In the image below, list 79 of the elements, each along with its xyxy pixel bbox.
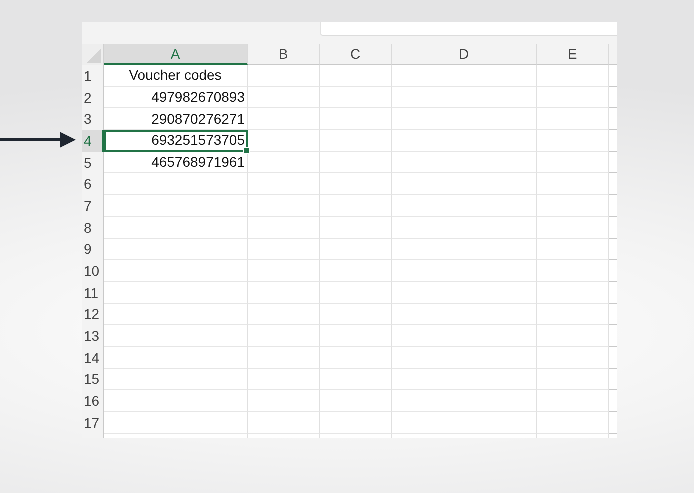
row-header[interactable]: 4 (82, 130, 104, 152)
column-header[interactable]: B (248, 44, 320, 65)
row-header[interactable]: 3 (82, 108, 104, 130)
table-cell (537, 412, 609, 434)
row-header[interactable]: 14 (82, 346, 104, 369)
table-cell (320, 238, 392, 260)
table-cell (248, 412, 320, 434)
row-header[interactable]: 6 (82, 173, 104, 196)
row-header[interactable]: 2 (82, 86, 104, 108)
table-cell (320, 65, 392, 87)
table-cell (537, 304, 609, 326)
table-cell (320, 86, 392, 108)
table-cell (320, 412, 392, 434)
arrow-icon (0, 130, 76, 150)
column-header[interactable]: E (537, 44, 609, 65)
table-cell (248, 173, 320, 196)
table-cell (537, 86, 609, 108)
table-cell (320, 260, 392, 282)
table-cell (537, 282, 609, 304)
table-cell (320, 130, 392, 152)
column-header[interactable]: D (392, 44, 537, 65)
table-cell (537, 108, 609, 130)
table-cell (537, 346, 609, 369)
table-cell (320, 195, 392, 217)
row-header[interactable]: 12 (82, 304, 104, 326)
row-header[interactable]: 8 (82, 216, 104, 238)
cell-text: 693251573705 (152, 132, 245, 148)
cell-text: Voucher codes (129, 67, 222, 84)
cell-text: 290870276271 (152, 110, 245, 127)
table-cell (537, 325, 609, 347)
table-cell (248, 304, 320, 326)
column-header[interactable]: A (104, 44, 248, 65)
fill-handle[interactable] (243, 146, 250, 154)
table-cell (248, 130, 320, 152)
table-cell (537, 238, 609, 260)
row-header[interactable]: 15 (82, 368, 104, 390)
table-cell (248, 260, 320, 282)
table-cell (320, 216, 392, 238)
table-cell (248, 346, 320, 369)
row-header[interactable]: 13 (82, 325, 104, 347)
active-cell[interactable]: 693251573705 (104, 130, 248, 152)
formula-field[interactable] (320, 22, 617, 36)
cell-text: 465768971961 (152, 154, 245, 170)
table-cell (537, 216, 609, 238)
table-cell (537, 173, 609, 196)
table-cell (537, 195, 609, 217)
table-cell (320, 325, 392, 347)
table-cell (537, 130, 609, 152)
table-cell (537, 390, 609, 412)
select-all-button[interactable] (82, 44, 104, 65)
row-header[interactable]: 10 (82, 260, 104, 282)
table-cell (248, 216, 320, 238)
row-header[interactable]: 1 (82, 65, 104, 87)
row-header[interactable]: 16 (82, 390, 104, 412)
row-header[interactable]: 7 (82, 195, 104, 217)
table-cell (537, 65, 609, 87)
row-header[interactable]: 11 (82, 282, 104, 304)
table-cell (248, 238, 320, 260)
table-cell (320, 346, 392, 369)
table-cell (248, 325, 320, 347)
table-cell (320, 368, 392, 390)
row-header[interactable]: 5 (82, 152, 104, 174)
table-cell (320, 304, 392, 326)
table-cell (320, 173, 392, 196)
table-cell (248, 195, 320, 217)
table-cell (537, 368, 609, 390)
table-cell (537, 260, 609, 282)
row-header[interactable]: 9 (82, 238, 104, 260)
row-header[interactable]: 17 (82, 412, 104, 434)
table-cell (320, 390, 392, 412)
column-header[interactable]: C (320, 44, 392, 65)
table-cell (248, 282, 320, 304)
table-cell (248, 368, 320, 390)
table-cell (320, 152, 392, 174)
table-cell (248, 390, 320, 412)
table-cell (320, 282, 392, 304)
table-cell (320, 108, 392, 130)
cell-text: 497982670893 (152, 89, 245, 106)
table-cell (537, 152, 609, 174)
